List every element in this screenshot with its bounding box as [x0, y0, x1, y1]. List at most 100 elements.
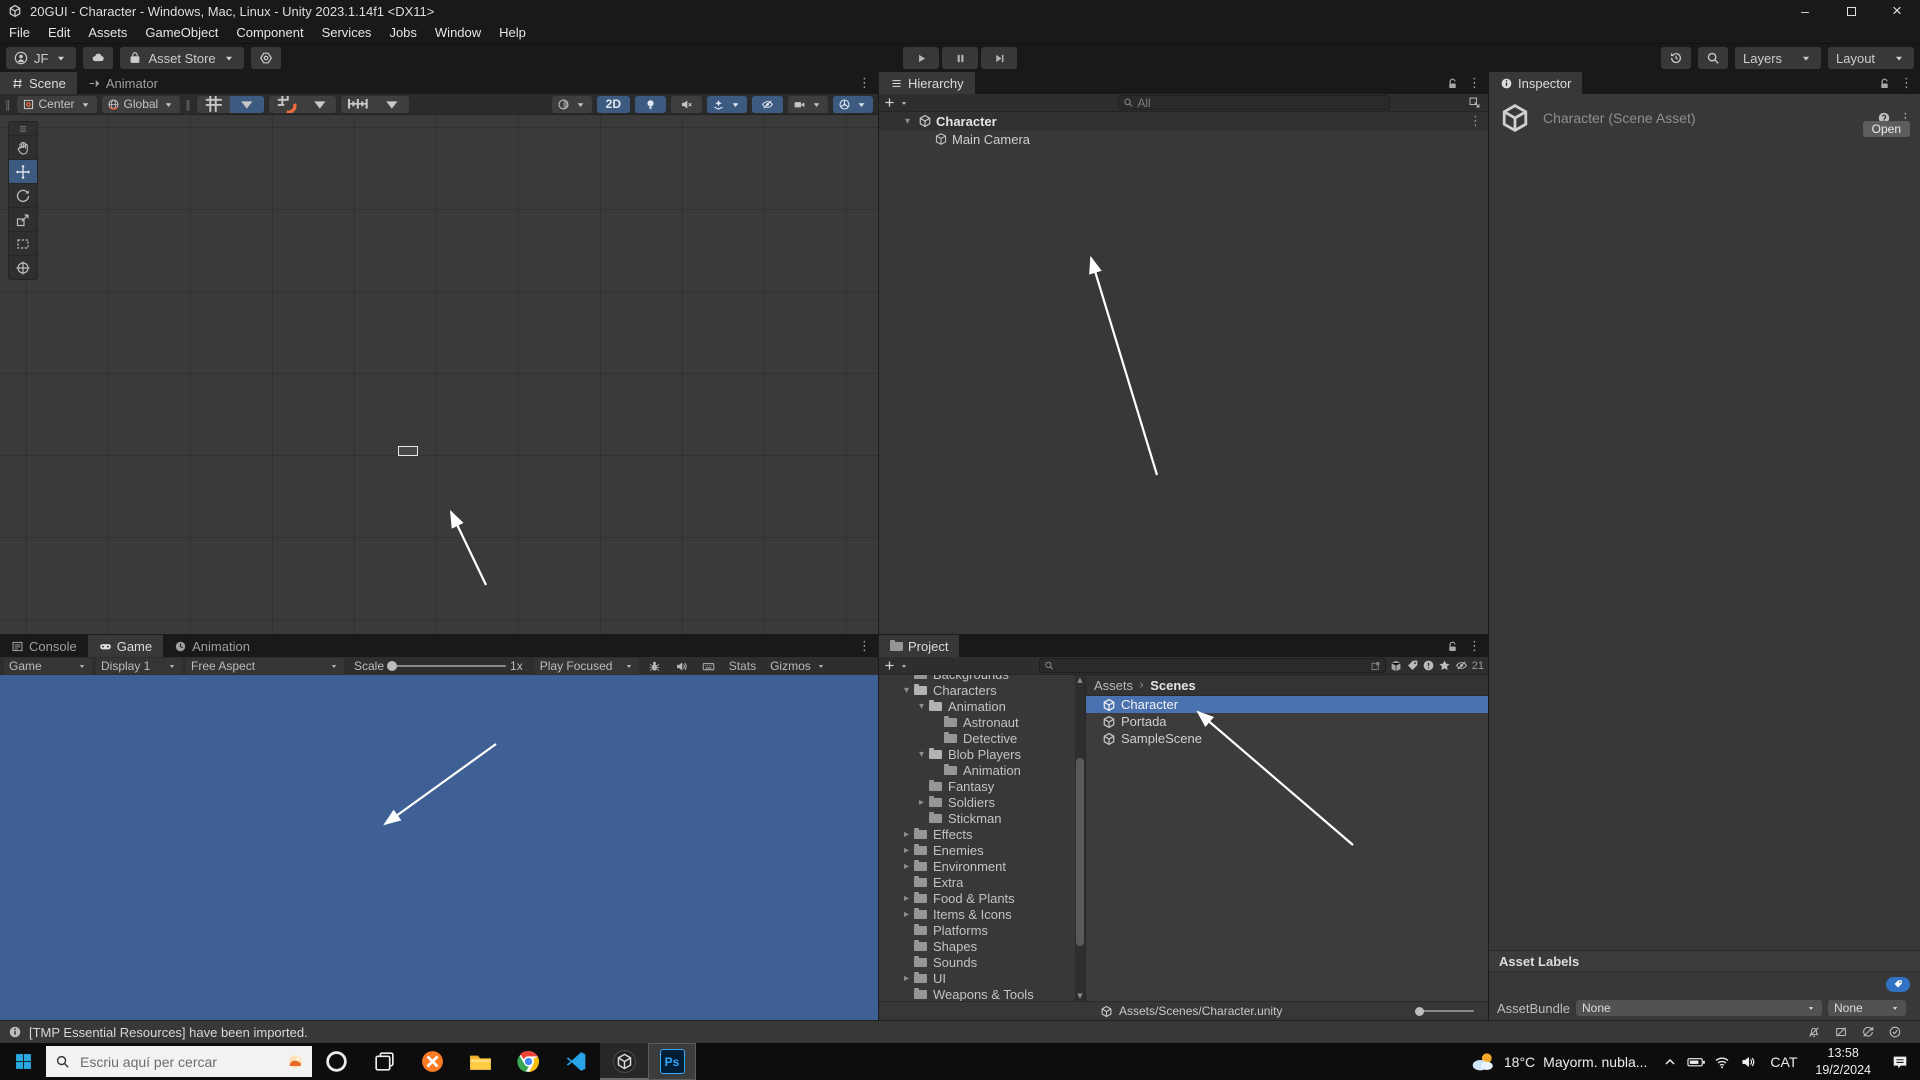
focus-mode-dropdown[interactable]: Play Focused	[535, 658, 639, 674]
project-file-character[interactable]: Character	[1086, 696, 1488, 713]
cloud-services-button[interactable]	[83, 47, 113, 69]
kebab-menu-icon[interactable]: ⋮	[1900, 76, 1913, 91]
input-debug-button[interactable]	[697, 658, 720, 674]
project-tree-item[interactable]: ▾Characters	[879, 682, 1075, 698]
status-message[interactable]: [TMP Essential Resources] have been impo…	[29, 1025, 308, 1040]
minimize-button[interactable]: –	[1782, 0, 1828, 22]
kebab-menu-icon[interactable]: ⋮	[858, 639, 871, 654]
move-tool[interactable]	[9, 159, 37, 183]
scroll-down-icon[interactable]: ▼	[1075, 992, 1085, 1000]
kebab-menu-icon[interactable]: ⋮	[1468, 76, 1481, 91]
taskbar-app-vscode[interactable]	[552, 1043, 600, 1080]
rect-tool[interactable]	[9, 231, 37, 255]
foldout-open-icon[interactable]: ▾	[915, 701, 928, 712]
tab-console[interactable]: Console	[0, 635, 88, 657]
project-search-field[interactable]	[1039, 658, 1386, 673]
start-button[interactable]	[0, 1043, 46, 1080]
menu-item-component[interactable]: Component	[227, 22, 312, 44]
scene-audio-toggle[interactable]	[671, 96, 702, 113]
taskbar-app-unity[interactable]	[600, 1043, 648, 1080]
scrollbar-thumb[interactable]	[1076, 758, 1084, 946]
project-tree-item[interactable]: Extra	[879, 874, 1075, 890]
taskbar-app-opera[interactable]	[312, 1043, 360, 1080]
project-tree-item[interactable]: Stickman	[879, 810, 1075, 826]
project-tree-item[interactable]: Animation	[879, 762, 1075, 778]
hidden-objects-toggle[interactable]	[752, 96, 783, 113]
layers-dropdown[interactable]: Layers	[1735, 47, 1821, 69]
2d-mode-toggle[interactable]: 2D	[597, 96, 630, 113]
display-target-dropdown[interactable]: Game	[4, 658, 92, 674]
create-button[interactable]	[883, 659, 896, 672]
project-tree-item[interactable]: ▸Soldiers	[879, 794, 1075, 810]
scene-picker-icon[interactable]	[1468, 96, 1481, 109]
lock-icon[interactable]	[1878, 77, 1891, 90]
step-button[interactable]	[981, 47, 1017, 69]
project-tree-item[interactable]: ▸Effects	[879, 826, 1075, 842]
project-tree-item[interactable]: ▸Food & Plants	[879, 890, 1075, 906]
grid-snapping-control[interactable]	[269, 96, 336, 113]
action-center-button[interactable]	[1880, 1043, 1920, 1080]
project-tree-scrollbar[interactable]: ▲ ▼	[1075, 675, 1085, 1001]
palette-drag-handle[interactable]	[9, 122, 37, 135]
menu-item-help[interactable]: Help	[490, 22, 535, 44]
project-tree-item[interactable]: Weapons & Tools	[879, 986, 1075, 1001]
plastic-scm-button[interactable]	[251, 47, 281, 69]
tab-animation[interactable]: Animation	[163, 635, 261, 657]
project-tree-item[interactable]: Fantasy	[879, 778, 1075, 794]
asset-store-dropdown[interactable]: Asset Store	[120, 47, 243, 69]
tray-chevron-up[interactable]	[1657, 1043, 1683, 1080]
lock-icon[interactable]	[1446, 640, 1459, 653]
toolbar-drag-handle[interactable]: ‖	[5, 98, 12, 111]
thumbnail-slider-knob[interactable]	[1415, 1007, 1424, 1016]
hierarchy-item[interactable]: Main Camera	[879, 130, 1488, 148]
draw-mode-dropdown[interactable]	[552, 96, 592, 113]
account-dropdown[interactable]: JF	[6, 47, 76, 69]
view-hand-tool[interactable]	[9, 135, 37, 159]
menu-item-file[interactable]: File	[0, 22, 39, 44]
scale-tool[interactable]	[9, 207, 37, 231]
open-scene-button[interactable]: Open	[1863, 121, 1910, 137]
menu-item-window[interactable]: Window	[426, 22, 490, 44]
hierarchy-search-input[interactable]	[1137, 96, 1385, 110]
grid-visibility-control[interactable]	[197, 96, 264, 113]
open-search-window-icon[interactable]	[1370, 660, 1381, 672]
project-tree-item[interactable]: Platforms	[879, 922, 1075, 938]
foldout-closed-icon[interactable]: ▸	[900, 909, 913, 920]
effects-dropdown[interactable]	[707, 96, 747, 113]
maximize-button[interactable]	[1828, 0, 1874, 22]
debug-button[interactable]	[643, 658, 666, 674]
transform-tool[interactable]	[9, 255, 37, 279]
scroll-up-icon[interactable]: ▲	[1075, 676, 1085, 684]
taskbar-weather[interactable]: 18°C Mayorm. nubla...	[1460, 1049, 1658, 1075]
chevron-down-icon[interactable]	[899, 661, 909, 671]
foldout-closed-icon[interactable]: ▸	[900, 973, 913, 984]
menu-item-assets[interactable]: Assets	[79, 22, 136, 44]
tray-battery[interactable]	[1683, 1043, 1709, 1080]
scene-viewport[interactable]	[0, 115, 878, 634]
close-button[interactable]: ×	[1874, 0, 1920, 22]
tab-scene[interactable]: Scene	[0, 72, 77, 94]
cache-disconnected-icon[interactable]	[1834, 1025, 1848, 1039]
packages-visibility-icon[interactable]	[1389, 659, 1403, 673]
taskbar-clock[interactable]: 13:58 19/2/2024	[1806, 1045, 1880, 1078]
breadcrumb-assets[interactable]: Assets	[1094, 678, 1133, 693]
notifications-muted-icon[interactable]	[1807, 1025, 1821, 1039]
menu-item-services[interactable]: Services	[313, 22, 381, 44]
hidden-count-eye-icon[interactable]	[1454, 659, 1469, 672]
taskbar-search-box[interactable]	[46, 1046, 312, 1077]
foldout-closed-icon[interactable]: ▸	[900, 861, 913, 872]
assetbundle-variant-dropdown[interactable]: None	[1828, 1000, 1906, 1016]
lock-icon[interactable]	[1446, 77, 1459, 90]
add-label-button[interactable]	[1886, 977, 1910, 992]
hierarchy-item[interactable]: ▾Character⋮	[879, 112, 1488, 130]
language-indicator[interactable]: CAT	[1761, 1054, 1806, 1070]
tab-animator[interactable]: Animator	[77, 72, 169, 94]
selected-ui-element[interactable]	[398, 446, 418, 456]
kebab-menu-icon[interactable]: ⋮	[1469, 114, 1482, 129]
menu-item-edit[interactable]: Edit	[39, 22, 79, 44]
tab-hierarchy[interactable]: Hierarchy	[879, 72, 975, 94]
project-tree-item[interactable]: ▸Environment	[879, 858, 1075, 874]
project-tree-item[interactable]: ▸Enemies	[879, 842, 1075, 858]
project-tree-item[interactable]: Sounds	[879, 954, 1075, 970]
aspect-ratio-dropdown[interactable]: Free Aspect	[186, 658, 344, 674]
